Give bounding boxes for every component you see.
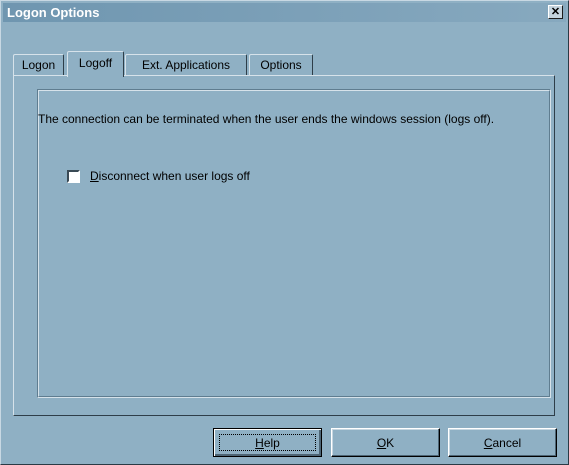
ok-button-label: OK (377, 436, 394, 450)
tab-ext-applications[interactable]: Ext. Applications (125, 54, 247, 76)
close-icon: ✕ (550, 5, 561, 18)
tab-logon-label: Logon (21, 58, 56, 72)
cancel-label-rest: ancel (492, 435, 522, 450)
disconnect-accesskey: D (90, 169, 99, 183)
logoff-group-box (37, 89, 551, 398)
disconnect-label-text: isconnect when user logs off (98, 169, 250, 183)
focus-rectangle (219, 434, 316, 451)
tab-options-label: Options (260, 58, 302, 72)
cancel-button-label: Cancel (484, 436, 521, 450)
disconnect-option[interactable]: Disconnect when user logs off (66, 168, 250, 184)
tab-logoff-label: Logoff (78, 56, 113, 70)
ok-label-rest: K (386, 435, 395, 450)
ok-accesskey: O (376, 435, 387, 450)
disconnect-checkbox[interactable] (66, 168, 81, 184)
ok-button[interactable]: OK (331, 428, 440, 457)
logoff-description: The connection can be terminated when th… (38, 112, 495, 126)
tab-logoff[interactable]: Logoff (67, 51, 124, 77)
dialog-title: Logon Options (7, 5, 100, 20)
tab-options[interactable]: Options (249, 54, 313, 76)
logon-options-dialog: Logon Options ✕ Logon Logoff Ext. Applic… (0, 0, 569, 465)
cancel-button[interactable]: Cancel (448, 428, 557, 457)
tab-ext-applications-label: Ext. Applications (141, 58, 231, 72)
disconnect-checkbox-label[interactable]: Disconnect when user logs off (90, 169, 250, 183)
close-button[interactable]: ✕ (548, 5, 563, 19)
title-bar[interactable]: Logon Options ✕ (3, 3, 566, 22)
tab-logon[interactable]: Logon (13, 54, 64, 76)
help-button[interactable]: Help (213, 428, 322, 457)
